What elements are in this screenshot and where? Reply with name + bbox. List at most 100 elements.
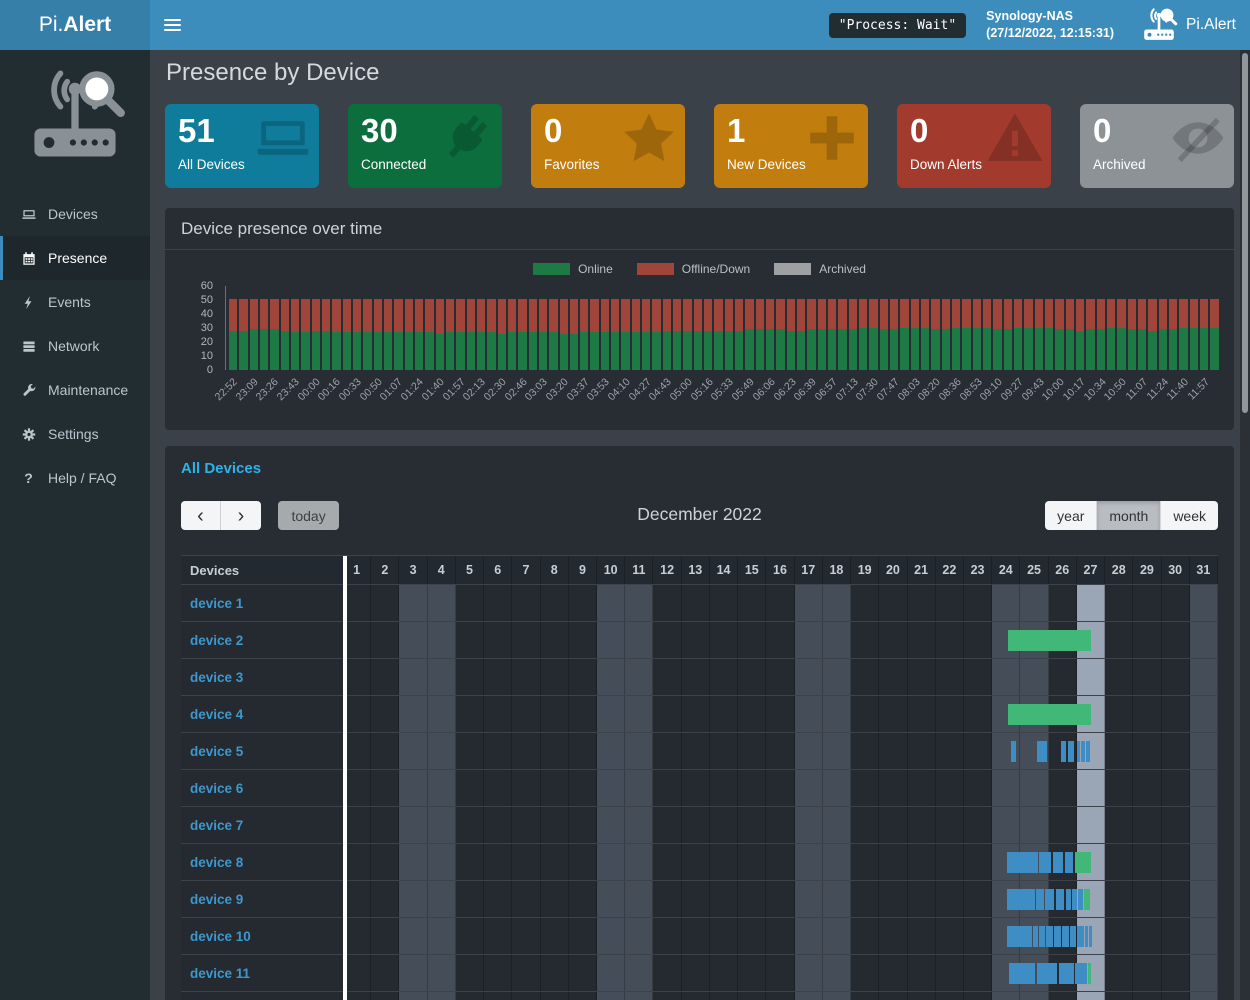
bar-online-segment: [384, 332, 392, 370]
chart-bar: [1107, 299, 1115, 370]
bar-online-segment: [983, 328, 991, 370]
sidebar-item-help-faq[interactable]: ?Help / FAQ: [0, 456, 150, 500]
device-link[interactable]: device 8: [190, 855, 243, 870]
bar-offline-segment: [1148, 299, 1156, 331]
device-timeline: [343, 807, 1218, 843]
y-tick-label: 60: [201, 280, 213, 292]
sidebar-item-label: Maintenance: [48, 382, 128, 398]
legend-item-online: Online: [533, 262, 613, 276]
presence-bar: [1062, 926, 1069, 947]
card-new-devices[interactable]: 1New Devices: [714, 104, 868, 188]
bar-online-segment: [828, 329, 836, 370]
bar-online-segment: [560, 334, 568, 370]
bar-offline-segment: [745, 299, 753, 330]
presence-bars: [343, 807, 1218, 843]
bar-online-segment: [735, 331, 743, 370]
card-down-alerts[interactable]: 0Down Alerts: [897, 104, 1051, 188]
bar-online-segment: [477, 332, 485, 370]
bar-offline-segment: [838, 299, 846, 330]
column-divider: [343, 556, 347, 1000]
chart-bar: [467, 299, 475, 370]
bar-online-segment: [663, 331, 671, 370]
day-header-13: 13: [682, 556, 710, 584]
sidebar-item-devices[interactable]: Devices: [0, 192, 150, 236]
device-link[interactable]: device 2: [190, 633, 243, 648]
chart-bar: [487, 299, 495, 370]
bar-offline-segment: [436, 299, 444, 334]
sidebar-item-settings[interactable]: Settings: [0, 412, 150, 456]
bar-offline-segment: [518, 299, 526, 333]
device-link[interactable]: device 3: [190, 670, 243, 685]
chart-bar: [477, 299, 485, 370]
bar-online-segment: [1076, 331, 1084, 370]
vertical-scrollbar[interactable]: [1240, 50, 1250, 1000]
card-connected[interactable]: 30Connected: [348, 104, 502, 188]
device-link[interactable]: device 4: [190, 707, 243, 722]
online-bar: [1075, 852, 1091, 873]
presence-bars: [343, 622, 1218, 658]
y-tick-label: 50: [201, 294, 213, 306]
sidebar-item-presence[interactable]: Presence: [0, 236, 150, 280]
bar-offline-segment: [1128, 299, 1136, 330]
chart-bar: [498, 299, 506, 370]
chart-bar: [270, 299, 278, 370]
online-bar: [1088, 963, 1091, 984]
sidebar-item-events[interactable]: Events: [0, 280, 150, 324]
bar-online-segment: [993, 329, 1001, 370]
bar-offline-segment: [580, 299, 588, 333]
x-tick-label: 10:50: [1102, 376, 1129, 403]
presence-bars: [343, 918, 1218, 954]
bar-online-segment: [1097, 329, 1105, 370]
bar-offline-segment: [973, 299, 981, 328]
chart-bar: [1086, 299, 1094, 370]
bar-online-segment: [601, 332, 609, 370]
sidebar-item-network[interactable]: Network: [0, 324, 150, 368]
card-favorites[interactable]: 0Favorites: [531, 104, 685, 188]
device-link[interactable]: device 7: [190, 818, 243, 833]
menu-toggle-icon[interactable]: [150, 0, 194, 50]
chart-bar: [890, 299, 898, 370]
device-link[interactable]: device 9: [190, 892, 243, 907]
device-row-device-1: device 1: [181, 584, 1218, 621]
device-link[interactable]: device 10: [190, 929, 251, 944]
chart-bar: [838, 299, 846, 370]
bar-online-segment: [239, 331, 247, 370]
chart-plot-area: [225, 286, 1218, 370]
online-bar: [1008, 630, 1091, 651]
sidebar-item-label: Help / FAQ: [48, 470, 116, 486]
bar-offline-segment: [487, 299, 495, 333]
chart-bar: [921, 299, 929, 370]
chart-bar: [549, 299, 557, 370]
bar-online-segment: [766, 329, 774, 370]
device-link[interactable]: device 11: [190, 966, 250, 981]
day-header-9: 9: [569, 556, 597, 584]
view-button-week[interactable]: week: [1161, 501, 1218, 530]
bar-online-segment: [807, 329, 815, 370]
view-button-month[interactable]: month: [1097, 501, 1161, 530]
device-name-cell: device 6: [181, 770, 343, 806]
app-logo[interactable]: Pi.Alert: [0, 0, 150, 50]
presence-bar: [1053, 852, 1063, 873]
bar-offline-segment: [301, 299, 309, 333]
bar-offline-segment: [353, 299, 361, 333]
card-archived[interactable]: 0Archived: [1080, 104, 1234, 188]
card-all-devices[interactable]: 51All Devices: [165, 104, 319, 188]
bar-offline-segment: [704, 299, 712, 331]
bar-offline-segment: [900, 299, 908, 328]
chart-bar: [683, 299, 691, 370]
view-button-year[interactable]: year: [1045, 501, 1097, 530]
bar-offline-segment: [931, 299, 939, 330]
x-tick-label: 00:16: [316, 376, 343, 403]
bar-offline-segment: [456, 299, 464, 333]
day-header-17: 17: [795, 556, 823, 584]
x-tick-label: 02:13: [461, 376, 488, 403]
chart-bar: [776, 299, 784, 370]
sidebar-item-maintenance[interactable]: Maintenance: [0, 368, 150, 412]
device-link[interactable]: device 5: [190, 744, 243, 759]
sidebar: DevicesPresenceEventsNetwork Maintenance S…: [0, 50, 150, 1000]
presence-bars: [343, 696, 1218, 732]
scrollbar-thumb[interactable]: [1242, 53, 1248, 413]
device-link[interactable]: device 1: [190, 596, 243, 611]
chart-bar: [797, 299, 805, 370]
device-link[interactable]: device 6: [190, 781, 243, 796]
